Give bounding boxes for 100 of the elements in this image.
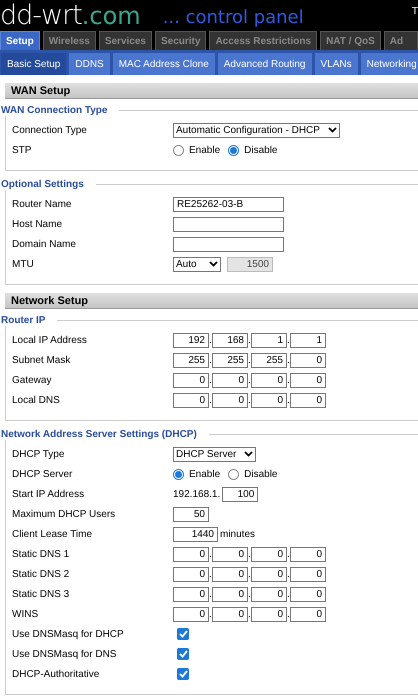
radio-button[interactable] <box>228 468 240 480</box>
field-label: Gateway <box>11 374 52 386</box>
field-label: Connection Type <box>11 124 88 136</box>
input-field[interactable]: 0 <box>212 566 248 582</box>
octet-separator: . <box>209 394 212 406</box>
field-label: WINS <box>11 608 40 620</box>
field-label: Start IP Address <box>11 488 86 500</box>
nav-tab[interactable]: Security <box>154 31 206 50</box>
field-label: DHCP Type <box>11 448 66 460</box>
radio-button[interactable] <box>173 144 184 156</box>
input-field[interactable]: 0 <box>290 392 326 408</box>
input-field[interactable]: 192 <box>173 332 209 348</box>
input-field[interactable]: 0 <box>251 586 287 602</box>
sub-tab[interactable]: DDNS <box>69 53 110 75</box>
input-field[interactable]: 1440 <box>173 526 218 542</box>
field-label: Local IP Address <box>11 334 88 346</box>
input-field[interactable]: 0 <box>212 372 248 388</box>
input-field[interactable]: 0 <box>290 546 326 562</box>
octet-separator: . <box>209 334 212 346</box>
octet-separator: . <box>209 608 212 620</box>
field-label: Domain Name <box>11 238 77 250</box>
checkbox[interactable] <box>177 668 189 680</box>
input-field[interactable]: RE25262-03-B <box>173 196 284 212</box>
sub-tab[interactable]: Basic Setup <box>1 53 66 75</box>
dropdown[interactable]: Auto <box>173 256 221 272</box>
radio-label: Enable <box>189 468 220 480</box>
section-header: WAN Setup <box>5 83 418 99</box>
field-label: MTU <box>11 258 35 270</box>
input-field[interactable]: 0 <box>173 392 209 408</box>
input-field[interactable]: 0 <box>290 566 326 582</box>
input-field[interactable]: 0 <box>212 606 248 622</box>
field-label: Static DNS 3 <box>11 588 70 600</box>
field-label: STP <box>11 144 32 156</box>
input-field[interactable]: 0 <box>251 372 287 388</box>
nav-tab[interactable]: Wireless <box>42 31 96 50</box>
corner-text: T <box>412 6 418 17</box>
input-field[interactable]: 168 <box>212 332 248 348</box>
field-label: Client Lease Time <box>11 528 94 540</box>
radio-button[interactable] <box>173 468 184 480</box>
input-field[interactable]: 50 <box>173 506 209 522</box>
input-field[interactable]: 0 <box>173 546 209 562</box>
input-field[interactable]: 255 <box>212 352 248 368</box>
octet-separator: . <box>248 374 251 386</box>
octet-separator: . <box>248 568 251 580</box>
sub-tab[interactable]: Networking <box>360 53 418 75</box>
octet-separator: . <box>209 354 212 366</box>
sub-tab[interactable]: MAC Address Clone <box>112 53 215 75</box>
input-field[interactable]: 0 <box>173 566 209 582</box>
caret-icon <box>244 451 254 457</box>
input-field[interactable]: 255 <box>251 352 287 368</box>
octet-separator: . <box>287 568 290 580</box>
octet-separator: . <box>209 588 212 600</box>
input-field[interactable]: 0 <box>173 372 209 388</box>
input-field[interactable]: 0 <box>251 606 287 622</box>
section-header: Network Setup <box>5 293 418 309</box>
input-field[interactable] <box>173 216 284 232</box>
unit-label: minutes <box>220 528 256 540</box>
logo-suffix: .com <box>82 2 141 30</box>
input-field[interactable]: 0 <box>212 392 248 408</box>
octet-separator: . <box>287 608 290 620</box>
sub-tab[interactable]: Advanced Routing <box>218 53 312 75</box>
octet-separator: . <box>248 394 251 406</box>
input-field[interactable]: 0 <box>290 586 326 602</box>
sub-tab[interactable]: VLANs <box>314 53 358 75</box>
logo-text: dd-wrt <box>0 2 82 30</box>
field-label: Use DNSMasq for DNS <box>11 648 118 660</box>
octet-separator: . <box>248 334 251 346</box>
input-field[interactable]: 0 <box>251 392 287 408</box>
octet-separator: . <box>248 588 251 600</box>
input-field[interactable]: 0 <box>212 586 248 602</box>
octet-separator: . <box>287 374 290 386</box>
checkbox[interactable] <box>177 628 189 640</box>
nav-tab[interactable]: Ad <box>384 31 418 50</box>
ip-prefix: 192.168.1. <box>173 488 220 500</box>
field-label: DHCP-Authoritative <box>11 668 100 680</box>
input-field[interactable]: 1 <box>251 332 287 348</box>
radio-button[interactable] <box>228 144 240 156</box>
nav-tab[interactable]: NAT / QoS <box>320 31 381 50</box>
input-field[interactable]: 0 <box>251 566 287 582</box>
input-field[interactable]: 100 <box>222 486 258 502</box>
nav-tab[interactable]: Access Restrictions <box>209 31 318 50</box>
fieldset-legend: Optional Settings <box>1 179 96 190</box>
nav-tab[interactable]: Services <box>98 31 152 50</box>
radio-label: Disable <box>244 468 278 480</box>
tagline: ... control panel <box>162 6 304 30</box>
checkbox[interactable] <box>177 648 189 660</box>
input-field[interactable]: 255 <box>173 352 209 368</box>
octet-separator: . <box>248 354 251 366</box>
dropdown[interactable]: Automatic Configuration - DHCP <box>173 122 340 138</box>
input-field[interactable]: 0 <box>173 586 209 602</box>
input-field[interactable]: 0 <box>290 606 326 622</box>
input-field[interactable]: 0 <box>173 606 209 622</box>
input-field[interactable]: 0 <box>251 546 287 562</box>
input-field[interactable]: 0 <box>290 352 326 368</box>
input-field[interactable]: 0 <box>212 546 248 562</box>
input-field[interactable]: 0 <box>290 372 326 388</box>
input-field[interactable]: 1 <box>290 332 326 348</box>
dropdown[interactable]: DHCP Server <box>173 446 256 462</box>
input-field[interactable] <box>173 236 284 252</box>
nav-tab[interactable]: Setup <box>0 31 40 50</box>
